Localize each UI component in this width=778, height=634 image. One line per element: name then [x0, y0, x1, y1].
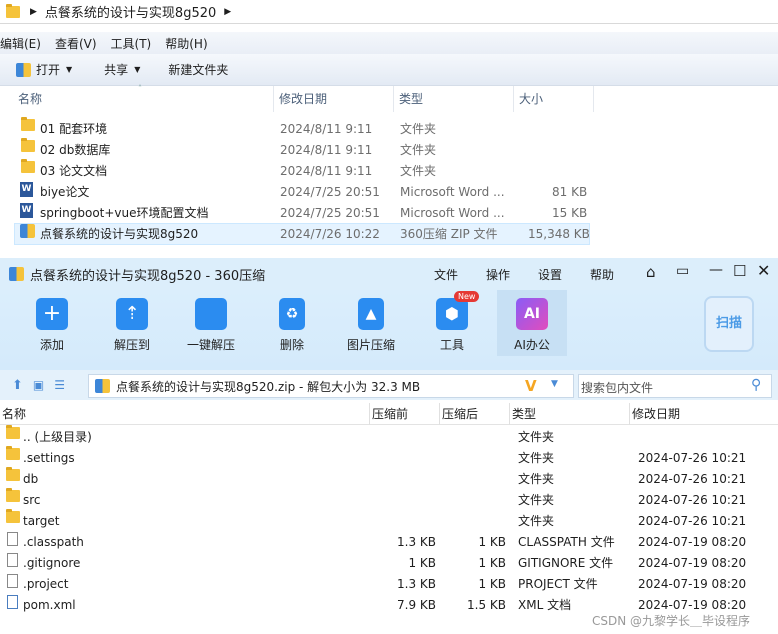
menu-tools[interactable]: 工具(T) [104, 35, 159, 52]
zip-row[interactable]: db 文件夹 2024-07-26 10:21 [0, 467, 778, 490]
dropdown-arrow-icon: ▼ [134, 65, 141, 74]
breadcrumb[interactable]: 点餐系统的设计与实现8g520 [45, 2, 216, 21]
chevron-right-icon[interactable]: ▶ [30, 7, 37, 17]
scan-button[interactable]: 扫描 [704, 296, 754, 352]
column-date[interactable]: 修改日期 [630, 403, 778, 425]
path-field[interactable]: 点餐系统的设计与实现8g520.zip - 解包大小为 32.3 MB V ▼ [88, 374, 574, 398]
path-bar: ⬆ ▣ ☰ 点餐系统的设计与实现8g520.zip - 解包大小为 32.3 M… [0, 370, 778, 400]
title-bar: 点餐系统的设计与实现8g520 - 360压缩 文件 操作 设置 帮助 ⌂ ▭ … [0, 258, 778, 290]
up-arrow-icon[interactable]: ⬆ [12, 378, 23, 393]
address-bar[interactable]: ▶ 点餐系统的设计与实现8g520 ▶ [0, 0, 778, 24]
column-date[interactable]: 修改日期 [274, 86, 394, 112]
extract-to-icon: ⇡ [116, 298, 148, 330]
one-click-extract-icon [195, 298, 227, 330]
extract-to-button[interactable]: ⇡ 解压到 [100, 298, 164, 353]
v-logo-icon[interactable]: V [525, 377, 537, 395]
zip-row[interactable]: .gitignore 1 KB 1 KB GITIGNORE 文件 2024-0… [0, 553, 778, 574]
column-after[interactable]: 压缩后 [440, 403, 510, 425]
column-type[interactable]: 类型 [394, 86, 514, 112]
new-folder-button[interactable]: 新建文件夹 [158, 58, 238, 82]
column-name[interactable]: 名称 [13, 86, 274, 112]
explorer-window: ▶ 点餐系统的设计与实现8g520 ▶ 编辑(E) 查看(V) 工具(T) 帮助… [0, 0, 778, 258]
menu-edit[interactable]: 编辑(E) [0, 35, 48, 52]
menu-file[interactable]: 文件 [434, 266, 458, 283]
column-name[interactable]: 名称 [2, 403, 370, 425]
column-before[interactable]: 压缩前 [370, 403, 440, 425]
menu-operate[interactable]: 操作 [486, 266, 510, 283]
menu-settings[interactable]: 设置 [538, 266, 562, 283]
maximize-icon[interactable]: ☐ [733, 262, 746, 280]
feedback-icon[interactable]: ▭ [676, 263, 689, 279]
search-input[interactable]: 搜索包内文件 ⚲ [578, 374, 772, 398]
open-button[interactable]: 打开 ▼ [6, 58, 82, 82]
zip-row[interactable]: .settings 文件夹 2024-07-26 10:21 [0, 446, 778, 469]
zip-row[interactable]: .. (上级目录) 文件夹 [0, 425, 778, 448]
menu-view[interactable]: 查看(V) [48, 35, 104, 52]
image-compress-button[interactable]: ▲ 图片压缩 [339, 298, 403, 353]
zip-row[interactable]: src 文件夹 2024-07-26 10:21 [0, 488, 778, 511]
share-button[interactable]: 共享 ▼ [94, 58, 150, 82]
file-row[interactable]: W springboot+vue环境配置文档 2024/7/25 20:51 M… [0, 203, 778, 224]
column-type[interactable]: 类型 [510, 403, 630, 425]
delete-icon: ♻ [279, 298, 305, 330]
file-row[interactable]: 02 db数据库 2024/8/11 9:11 文件夹 [0, 138, 778, 161]
skin-icon[interactable]: ⌂ [646, 263, 656, 281]
zip-row[interactable]: .project 1.3 KB 1 KB PROJECT 文件 2024-07-… [0, 574, 778, 595]
ai-office-button[interactable]: AI AI办公 [497, 290, 567, 356]
new-badge: New [454, 291, 480, 302]
add-icon: + [36, 298, 68, 330]
ribbon: + 添加 ⇡ 解压到 一键解压 ♻ 删除 ▲ 图片压缩 ⬢ 工具 New AI … [0, 290, 778, 370]
menu-help[interactable]: 帮助(H) [158, 35, 214, 52]
search-icon[interactable]: ⚲ [751, 377, 761, 393]
tools-icon: ⬢ [436, 298, 468, 330]
file-row[interactable]: W biye论文 2024/7/25 20:51 Microsoft Word … [0, 182, 778, 203]
dropdown-arrow-icon[interactable]: ▼ [551, 379, 558, 389]
thumbnail-view-icon[interactable]: ▣ [33, 378, 44, 392]
column-header: 名称 压缩前 压缩后 类型 修改日期 [0, 403, 778, 425]
file-row[interactable]: 01 配套环境 2024/8/11 9:11 文件夹 [0, 117, 778, 140]
command-bar: 打开 ▼ 共享 ▼ 新建文件夹 [0, 54, 778, 86]
open-icon [16, 62, 31, 77]
app-icon [9, 267, 24, 281]
menu-help[interactable]: 帮助 [590, 266, 614, 283]
menu-bar: 编辑(E) 查看(V) 工具(T) 帮助(H) [0, 32, 778, 54]
column-header: ˄ 名称 修改日期 类型 大小 [0, 84, 778, 112]
ai-office-icon: AI [516, 298, 548, 330]
minimize-icon[interactable]: — [709, 262, 723, 278]
folder-icon [6, 3, 20, 18]
zip-row[interactable]: target 文件夹 2024-07-26 10:21 [0, 509, 778, 532]
dropdown-arrow-icon: ▼ [66, 65, 73, 74]
zip-file-icon [95, 379, 110, 393]
image-compress-icon: ▲ [358, 298, 384, 330]
window-title: 点餐系统的设计与实现8g520 - 360压缩 [30, 268, 266, 284]
tools-button[interactable]: ⬢ 工具 [420, 298, 484, 353]
list-view-icon[interactable]: ☰ [54, 378, 65, 392]
file-row[interactable]: 03 论文文档 2024/8/11 9:11 文件夹 [0, 159, 778, 182]
delete-button[interactable]: ♻ 删除 [260, 298, 324, 353]
zip-window: 点餐系统的设计与实现8g520 - 360压缩 文件 操作 设置 帮助 ⌂ ▭ … [0, 258, 778, 634]
add-button[interactable]: + 添加 [20, 298, 84, 353]
one-click-extract-button[interactable]: 一键解压 [179, 298, 243, 353]
file-row-selected[interactable]: 点餐系统的设计与实现8g520 2024/7/26 10:22 360压缩 ZI… [14, 223, 590, 245]
chevron-right-icon[interactable]: ▶ [224, 7, 231, 17]
close-icon[interactable]: ✕ [757, 261, 770, 280]
watermark: CSDN @九黎学长＿毕设程序 [592, 614, 751, 628]
column-size[interactable]: 大小 [514, 86, 594, 112]
zip-row[interactable]: .classpath 1.3 KB 1 KB CLASSPATH 文件 2024… [0, 532, 778, 553]
